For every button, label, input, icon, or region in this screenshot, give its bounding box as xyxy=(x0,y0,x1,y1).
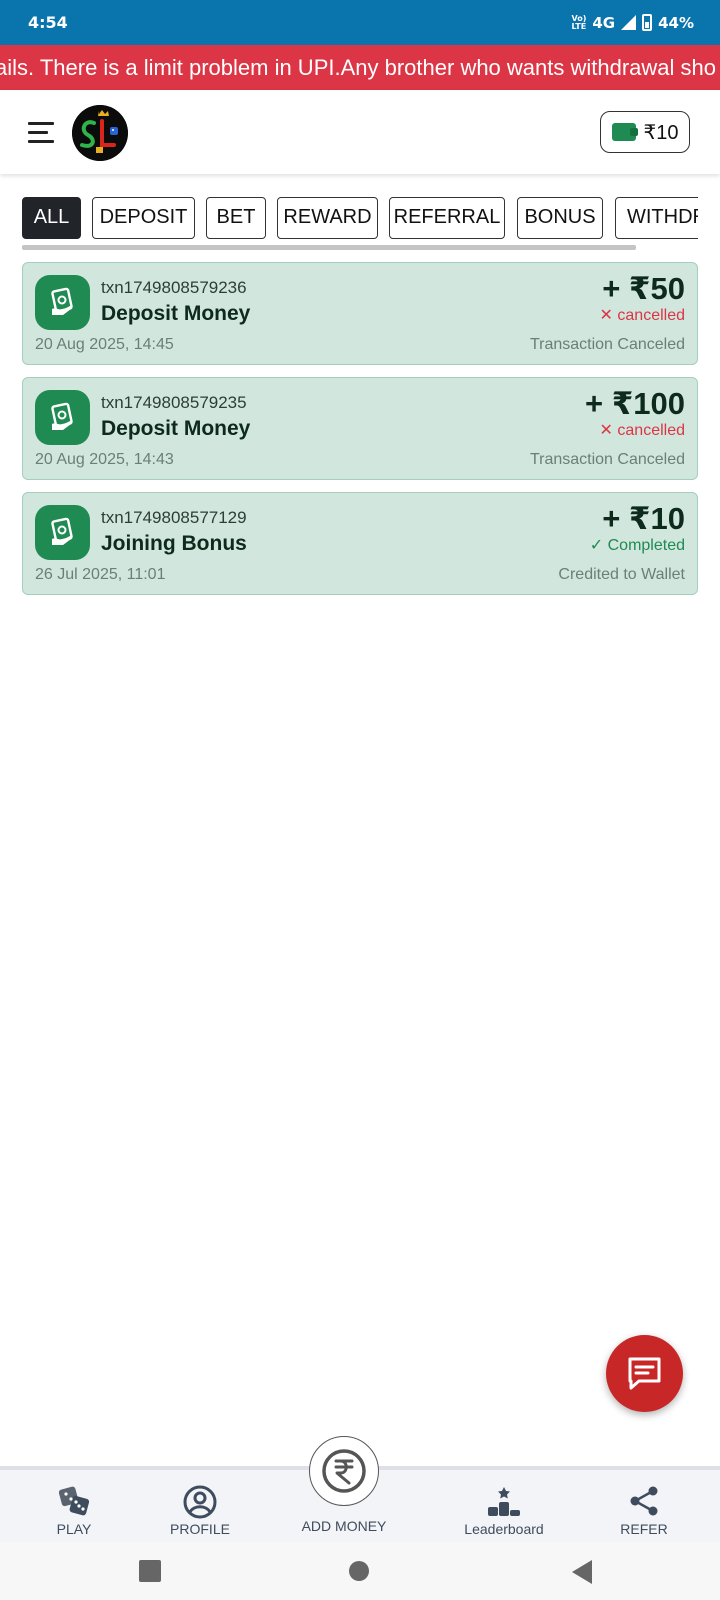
status-text: Completed xyxy=(607,537,685,554)
transaction-id: txn1749808579235 xyxy=(101,393,247,412)
status-indicators: Vo) LTE 4G 44% xyxy=(571,14,694,32)
transaction-status: ✓ Completed xyxy=(590,535,685,555)
nav-play[interactable]: PLAY xyxy=(34,1470,114,1546)
announcement-banner: ails. There is a limit problem in UPI.An… xyxy=(0,45,720,90)
nav-leaderboard[interactable]: Leaderboard xyxy=(452,1470,556,1546)
status-text: cancelled xyxy=(617,307,685,324)
status-bar: 4:54 Vo) LTE 4G 44% xyxy=(0,0,720,45)
wallet-balance-button[interactable]: ₹10 xyxy=(600,111,690,153)
transaction-date: 20 Aug 2025, 14:43 xyxy=(35,451,174,468)
close-icon: ✕ xyxy=(599,307,613,324)
nav-refer[interactable]: REFER xyxy=(604,1470,684,1546)
close-icon: ✕ xyxy=(599,422,613,439)
transaction-card[interactable]: txn1749808579235 Deposit Money 20 Aug 20… xyxy=(22,377,698,480)
share-icon xyxy=(630,1486,658,1516)
tab-all[interactable]: ALL xyxy=(22,197,81,239)
nav-profile-label: PROFILE xyxy=(170,1521,230,1537)
transaction-date: 20 Aug 2025, 14:45 xyxy=(35,336,174,353)
tab-referral[interactable]: REFERRAL xyxy=(389,197,505,239)
transaction-title: Joining Bonus xyxy=(101,532,247,555)
transaction-amount: + ₹100 xyxy=(584,386,685,421)
status-time: 4:54 xyxy=(28,13,68,32)
transaction-card[interactable]: txn1749808577129 Joining Bonus 26 Jul 20… xyxy=(22,492,698,595)
podium-icon xyxy=(488,1487,520,1516)
tab-bet[interactable]: BET xyxy=(206,197,266,239)
money-icon xyxy=(35,505,90,560)
tab-withdraw[interactable]: WITHDR xyxy=(615,197,698,239)
battery-icon xyxy=(642,14,653,31)
transaction-status: ✕ cancelled xyxy=(600,305,685,325)
money-icon xyxy=(35,390,90,445)
rupee-icon xyxy=(322,1449,366,1493)
add-money-button[interactable] xyxy=(309,1436,379,1506)
battery-percent: 44% xyxy=(658,13,694,32)
transaction-note: Transaction Canceled xyxy=(529,336,685,353)
transaction-note: Transaction Canceled xyxy=(529,451,685,468)
transaction-status: ✕ cancelled xyxy=(600,420,685,440)
nav-leaderboard-label: Leaderboard xyxy=(464,1521,544,1537)
menu-icon[interactable] xyxy=(28,122,56,144)
money-icon xyxy=(35,275,90,330)
tab-deposit[interactable]: DEPOSIT xyxy=(92,197,195,239)
recents-icon[interactable] xyxy=(139,1560,161,1582)
tab-bonus[interactable]: BONUS xyxy=(517,197,603,239)
tabs-scrollbar[interactable] xyxy=(22,245,636,250)
transaction-amount: + ₹10 xyxy=(602,501,685,536)
back-icon[interactable] xyxy=(572,1560,592,1584)
nav-add-money-label: ADD MONEY xyxy=(301,1518,387,1534)
home-icon[interactable] xyxy=(349,1561,369,1581)
system-navigation-bar xyxy=(0,1542,720,1600)
nav-refer-label: REFER xyxy=(620,1521,668,1537)
transaction-date: 26 Jul 2025, 11:01 xyxy=(35,566,166,583)
transaction-filter-tabs: ALL DEPOSIT BET REWARD REFERRAL BONUS WI… xyxy=(22,197,698,239)
wallet-icon xyxy=(611,123,638,141)
transaction-title: Deposit Money xyxy=(101,302,251,325)
transaction-title: Deposit Money xyxy=(101,417,251,440)
status-text: cancelled xyxy=(617,422,685,439)
signal-icon xyxy=(621,15,637,30)
dice-icon xyxy=(58,1486,90,1516)
transaction-card[interactable]: txn1749808579236 Deposit Money 20 Aug 20… xyxy=(22,262,698,365)
chat-button[interactable] xyxy=(606,1335,683,1412)
nav-play-label: PLAY xyxy=(56,1521,92,1537)
transaction-id: txn1749808577129 xyxy=(101,508,247,527)
transaction-note: Credited to Wallet xyxy=(558,566,685,583)
transaction-id: txn1749808579236 xyxy=(101,278,247,297)
wallet-balance: ₹10 xyxy=(643,121,679,144)
announcement-text: ails. There is a limit problem in UPI.An… xyxy=(0,55,717,80)
network-type: 4G xyxy=(592,13,616,32)
app-header: ₹10 xyxy=(0,90,720,174)
tab-reward[interactable]: REWARD xyxy=(277,197,378,239)
volte-icon: Vo) LTE xyxy=(571,13,587,31)
chat-icon xyxy=(628,1357,661,1390)
app-logo[interactable] xyxy=(72,105,128,161)
check-icon: ✓ xyxy=(589,537,604,554)
profile-icon xyxy=(183,1485,217,1519)
nav-profile[interactable]: PROFILE xyxy=(158,1470,242,1546)
transaction-amount: + ₹50 xyxy=(602,271,685,306)
